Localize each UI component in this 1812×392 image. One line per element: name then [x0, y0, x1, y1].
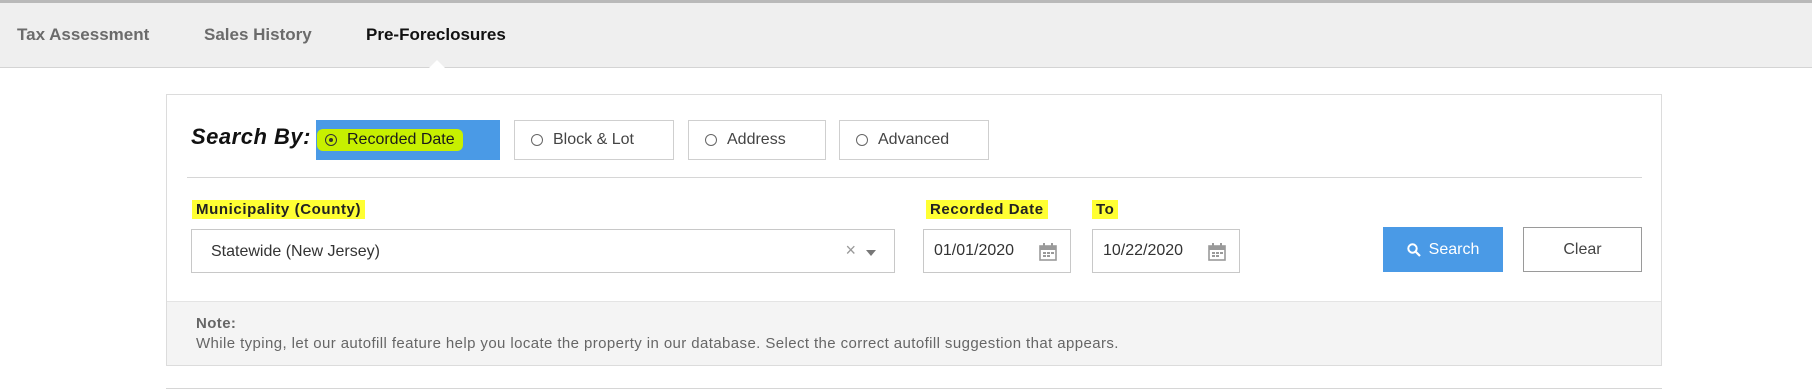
calendar-icon[interactable]: [1038, 242, 1058, 262]
search-by-advanced-option[interactable]: Advanced: [839, 120, 989, 160]
recorded-date-label: Recorded Date: [926, 200, 1048, 219]
search-by-address-option[interactable]: Address: [688, 120, 826, 160]
radio-unselected-icon: [531, 134, 543, 146]
option-label: Address: [727, 131, 786, 148]
note-text: While typing, let our autofill feature h…: [196, 335, 1119, 352]
section-divider: [187, 177, 1642, 178]
option-label: Block & Lot: [553, 131, 634, 148]
chevron-down-icon[interactable]: [866, 250, 876, 256]
search-button-label: Search: [1428, 240, 1480, 258]
recorded-date-from-input[interactable]: [934, 242, 1026, 260]
search-panel: Search By: Recorded Date Block & Lot Add…: [166, 94, 1662, 366]
municipality-select[interactable]: Statewide (New Jersey) ×: [191, 229, 895, 273]
search-by-recorded-date-option[interactable]: Recorded Date: [316, 120, 500, 160]
tab-sales-history[interactable]: Sales History: [204, 25, 312, 45]
to-date-label: To: [1092, 200, 1119, 219]
recorded-date-to-field[interactable]: [1092, 229, 1240, 273]
tab-pre-foreclosures[interactable]: Pre-Foreclosures: [366, 25, 506, 45]
option-label: Recorded Date: [347, 131, 455, 148]
note-title: Note:: [196, 315, 237, 332]
recorded-date-from-field[interactable]: [923, 229, 1071, 273]
active-tab-indicator: [426, 60, 448, 71]
search-icon: [1406, 242, 1421, 257]
tab-bar: Tax Assessment Sales History Pre-Foreclo…: [0, 3, 1812, 71]
tab-tax-assessment[interactable]: Tax Assessment: [17, 25, 149, 45]
search-button[interactable]: Search: [1383, 227, 1503, 272]
radio-unselected-icon: [856, 134, 868, 146]
note-box: Note: While typing, let our autofill fea…: [167, 301, 1661, 365]
municipality-label: Municipality (County): [192, 200, 366, 219]
highlight-marker: Recorded Date: [317, 129, 463, 151]
recorded-date-to-input[interactable]: [1103, 242, 1195, 260]
option-label: Advanced: [878, 131, 950, 148]
clear-selection-icon[interactable]: ×: [845, 240, 856, 261]
search-by-label: Search By:: [191, 124, 311, 149]
search-by-block-lot-option[interactable]: Block & Lot: [514, 120, 674, 160]
clear-button-label: Clear: [1563, 240, 1602, 258]
calendar-icon[interactable]: [1207, 242, 1227, 262]
radio-unselected-icon: [705, 134, 717, 146]
municipality-selected-value: Statewide (New Jersey): [211, 243, 380, 260]
radio-selected-icon: [325, 134, 337, 146]
next-panel-edge: [166, 388, 1662, 392]
clear-button[interactable]: Clear: [1523, 227, 1642, 272]
